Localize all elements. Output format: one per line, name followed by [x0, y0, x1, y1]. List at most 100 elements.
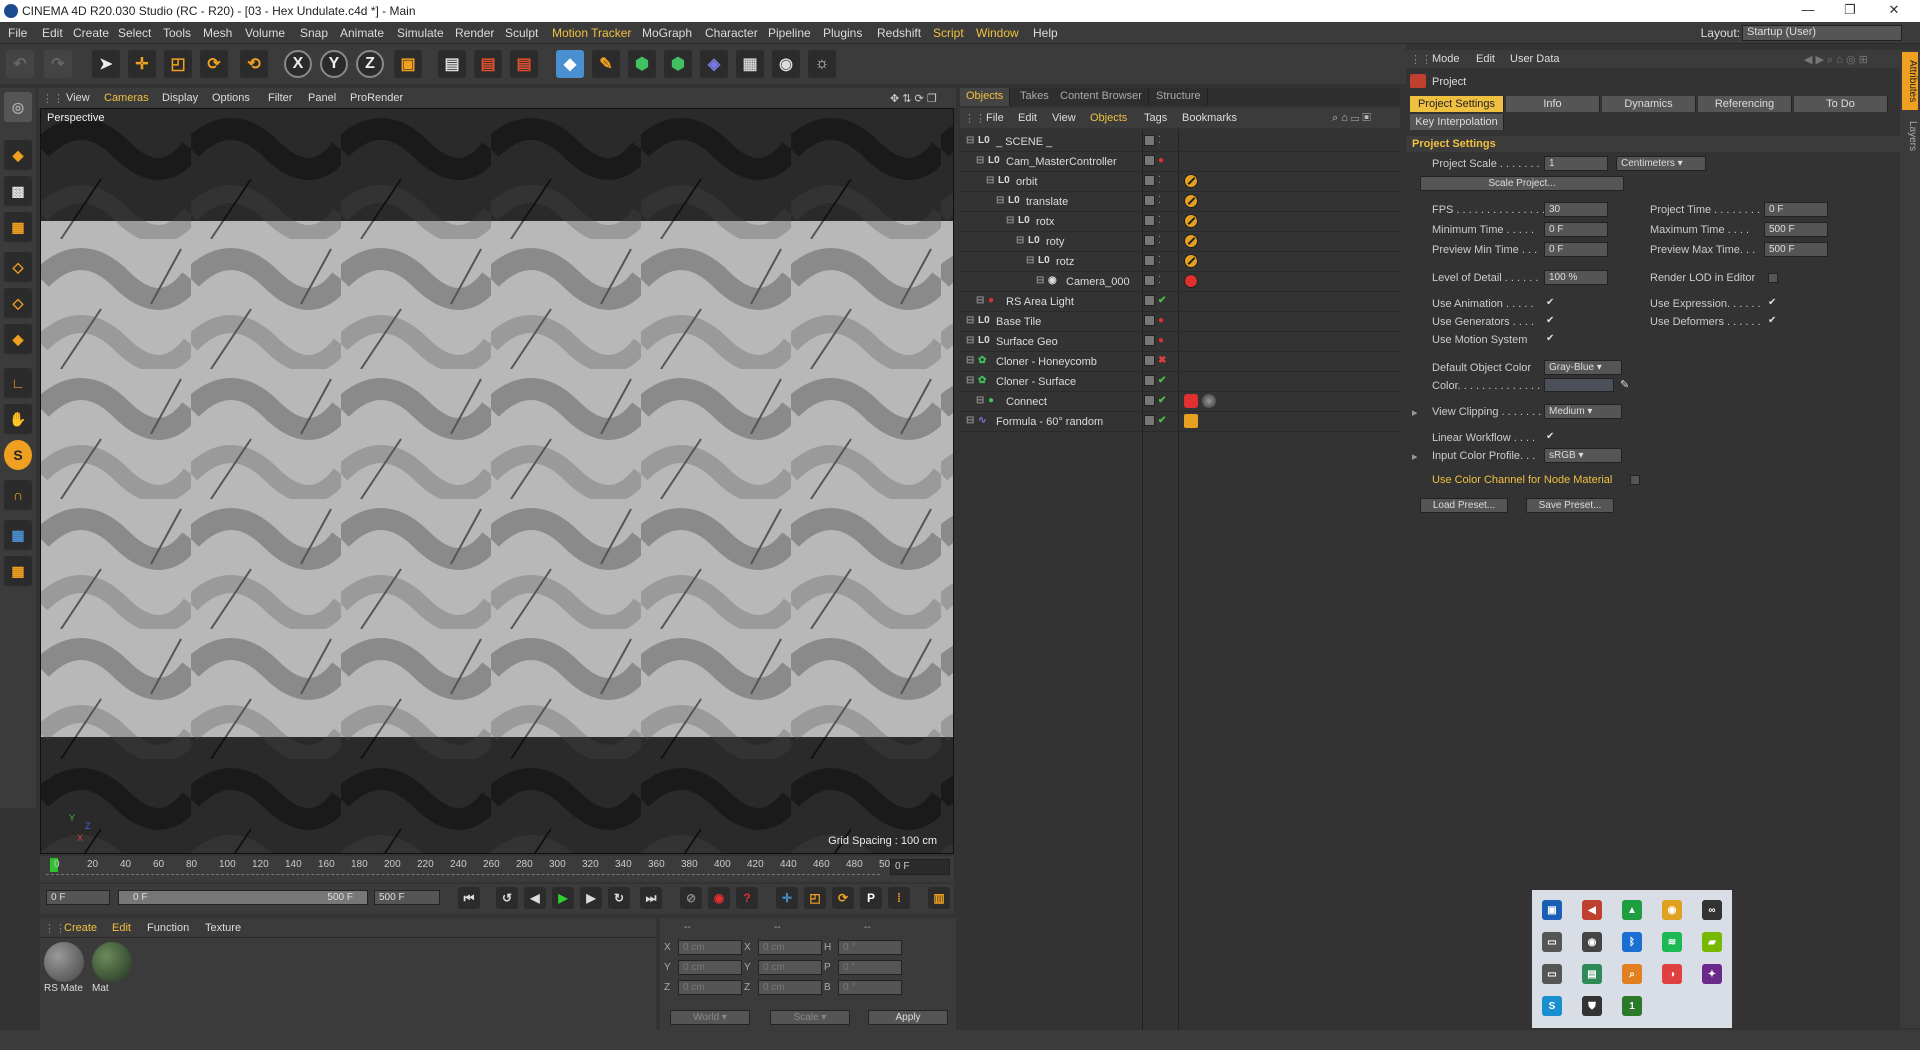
object-row[interactable]: ⊟ ✿ Cloner - Honeycomb ✖ [960, 352, 1400, 372]
layer-edit-icon[interactable] [1144, 295, 1155, 306]
save-preset-button[interactable]: Save Preset... [1526, 498, 1614, 513]
layer-edit-icon[interactable] [1144, 195, 1155, 206]
object-name[interactable]: roty [1046, 236, 1064, 248]
disabled-x-icon[interactable]: ✖ [1158, 355, 1166, 366]
object-row[interactable]: ⊟ L0 rotz ⁚ [960, 252, 1400, 272]
menu-file[interactable]: File [8, 26, 27, 40]
visibility-red-icon[interactable]: ● [1158, 315, 1164, 326]
menu-sculpt[interactable]: Sculpt [505, 26, 538, 40]
formula-tag-icon[interactable] [1184, 414, 1198, 428]
menu-create[interactable]: Create [73, 26, 109, 40]
mograph-cloner-icon[interactable]: ⬢ [664, 50, 692, 78]
expand-toggle-icon[interactable]: ⊟ [1006, 215, 1018, 227]
perspective-viewport[interactable]: Perspective Grid Spacing : 100 cm Y Z X [40, 108, 954, 854]
prev-frame-icon[interactable]: ◀ [524, 887, 546, 909]
enabled-check-icon[interactable]: ✔ [1158, 415, 1166, 426]
object-name[interactable]: Cloner - Honeycomb [996, 356, 1097, 368]
coord-value-field[interactable]: 0 ° [838, 940, 902, 955]
viewport-menu-cameras[interactable]: Cameras [104, 92, 149, 104]
key-scale-icon[interactable]: ◰ [804, 887, 826, 909]
snap-icon[interactable]: S [4, 440, 32, 470]
menu-character[interactable]: Character [705, 26, 758, 40]
material-menu-create[interactable]: Create [64, 922, 97, 934]
menu-edit[interactable]: Edit [42, 26, 63, 40]
camera-icon[interactable]: ◉ [772, 50, 800, 78]
keyframe-selection-icon[interactable]: ? [736, 887, 758, 909]
viewport-menu-options[interactable]: Options [212, 92, 250, 104]
tab-dynamics[interactable]: Dynamics [1602, 96, 1696, 112]
light-icon[interactable]: ☼ [808, 50, 836, 78]
protection-tag-icon[interactable] [1184, 214, 1198, 228]
tab-key-interpolation[interactable]: Key Interpolation [1410, 114, 1504, 130]
object-name[interactable]: Cloner - Surface [996, 376, 1076, 388]
workplane-mode-icon[interactable]: ▦ [4, 212, 32, 242]
rotate-icon[interactable]: ⟳ [200, 50, 228, 78]
object-row[interactable]: ⊟ L0 translate ⁚ [960, 192, 1400, 212]
rs-camera-tag-icon[interactable] [1184, 274, 1198, 288]
viewport-menu-view[interactable]: View [66, 92, 90, 104]
object-name[interactable]: Surface Geo [996, 336, 1058, 348]
protection-tag-icon[interactable] [1184, 254, 1198, 268]
key-parameter-icon[interactable]: P [860, 887, 882, 909]
object-name[interactable]: translate [1026, 196, 1068, 208]
material-tag-2-icon[interactable] [1202, 394, 1216, 408]
menu-motion-tracker[interactable]: Motion Tracker [552, 26, 631, 40]
default-color-select[interactable]: Gray-Blue ▾ [1544, 360, 1622, 375]
magnet-icon[interactable]: ∩ [4, 480, 32, 510]
material-tag-icon[interactable] [1184, 394, 1198, 408]
scale-icon[interactable]: ◰ [164, 50, 192, 78]
expand-toggle-icon[interactable]: ⊟ [966, 335, 978, 347]
expand-toggle-icon[interactable]: ⊟ [986, 175, 998, 187]
object-row[interactable]: ⊟ L0 Cam_MasterController ● [960, 152, 1400, 172]
om-menu-bookmarks[interactable]: Bookmarks [1182, 112, 1237, 124]
expand-toggle-icon[interactable]: ⊟ [976, 395, 988, 407]
object-name[interactable]: Camera_000 [1066, 276, 1130, 288]
use-animation-checkbox[interactable]: ✔ [1546, 298, 1556, 308]
project-time-field[interactable]: 0 F [1764, 202, 1828, 217]
viewport-menu-display[interactable]: Display [162, 92, 198, 104]
material-menu-texture[interactable]: Texture [205, 922, 241, 934]
menu-mesh[interactable]: Mesh [203, 26, 232, 40]
attr-menu-edit[interactable]: Edit [1476, 53, 1495, 65]
use-deformers-checkbox[interactable]: ✔ [1768, 316, 1778, 326]
cloud-icon[interactable]: ▲ [1622, 900, 1642, 920]
coord-value-field[interactable]: 0 cm [678, 980, 742, 995]
object-row[interactable]: ⊟ ◉ Camera_000 ⁚ [960, 272, 1400, 292]
object-name[interactable]: Base Tile [996, 316, 1041, 328]
layer-edit-icon[interactable] [1144, 155, 1155, 166]
layer-edit-icon[interactable] [1144, 275, 1155, 286]
object-name[interactable]: RS Area Light [1006, 296, 1074, 308]
load-preset-button[interactable]: Load Preset... [1420, 498, 1508, 513]
camera-icon[interactable]: ◉ [1582, 932, 1602, 952]
locked-workplane-icon[interactable]: ▦ [4, 556, 32, 586]
expand-toggle-icon[interactable]: ⊟ [966, 375, 978, 387]
view-clipping-expand-icon[interactable]: ▸ [1412, 406, 1418, 419]
material-menu-function[interactable]: Function [147, 922, 189, 934]
layer-edit-icon[interactable] [1144, 255, 1155, 266]
tab-content-browser[interactable]: Content Browser [1054, 88, 1149, 106]
timeline-window-icon[interactable]: ▥ [928, 887, 950, 909]
viewport-menu-prorender[interactable]: ProRender [350, 92, 403, 104]
tab-objects[interactable]: Objects [960, 88, 1011, 106]
color-swatch[interactable] [1544, 378, 1614, 392]
preview-min-field[interactable]: 0 F [1544, 242, 1608, 257]
tab-project-settings[interactable]: Project Settings [1410, 96, 1504, 112]
project-scale-field[interactable]: 1 [1544, 156, 1608, 171]
workplane-lock-icon[interactable]: ▦ [4, 520, 32, 550]
key-pla-icon[interactable]: ⁞ [888, 887, 910, 909]
goto-end-icon[interactable]: ⏭ [640, 887, 662, 909]
layout-select[interactable]: Startup (User) [1742, 25, 1902, 41]
expand-toggle-icon[interactable]: ⊟ [1016, 235, 1028, 247]
render-lod-checkbox[interactable] [1768, 273, 1778, 283]
spotify-icon[interactable]: ≋ [1662, 932, 1682, 952]
redo-icon[interactable]: ↷ [44, 50, 72, 78]
menu-help[interactable]: Help [1033, 26, 1058, 40]
render-settings-icon[interactable]: ▤ [510, 50, 538, 78]
object-name[interactable]: orbit [1016, 176, 1037, 188]
coord-value-field[interactable]: 0 ° [838, 980, 902, 995]
om-menu-edit[interactable]: Edit [1018, 112, 1037, 124]
layer-edit-icon[interactable] [1144, 335, 1155, 346]
polygons-mode-icon[interactable]: ◆ [4, 324, 32, 354]
scale-project-button[interactable]: Scale Project... [1420, 176, 1624, 191]
timeline-ruler[interactable]: 0 20 40 60 80 100 120 140 160 180 200 220 240 260 280 3… [40, 856, 954, 882]
